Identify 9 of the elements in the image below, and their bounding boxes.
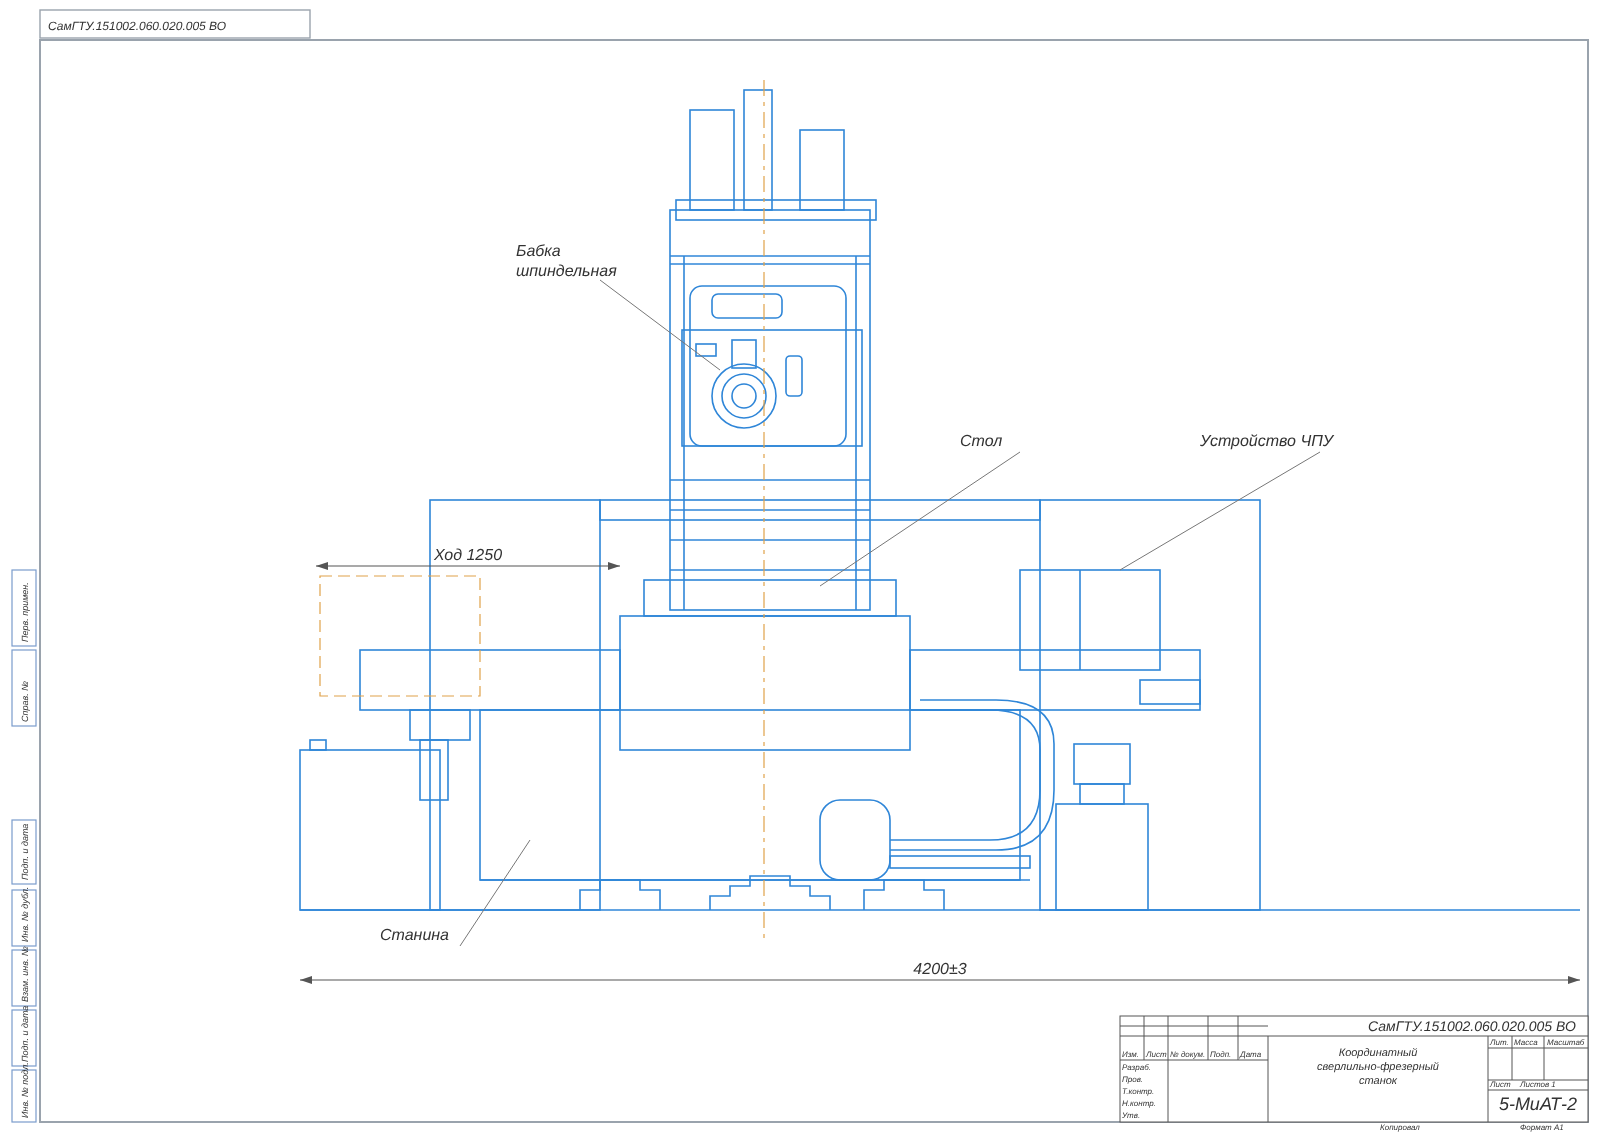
callout-label: Станина bbox=[380, 926, 450, 944]
callout-label: Устройство ЧПУ bbox=[1200, 432, 1333, 450]
dimension-value: Ход 1250 bbox=[433, 546, 503, 564]
callout-label: Бабка шпиндельная bbox=[516, 242, 617, 280]
leader-line bbox=[459, 839, 531, 947]
leader-line bbox=[599, 279, 721, 371]
dimension-value: 4200±3 bbox=[913, 960, 967, 978]
callout-label: Стол bbox=[960, 432, 1003, 450]
group-code: 5-МиАТ-2 bbox=[1498, 1094, 1578, 1114]
